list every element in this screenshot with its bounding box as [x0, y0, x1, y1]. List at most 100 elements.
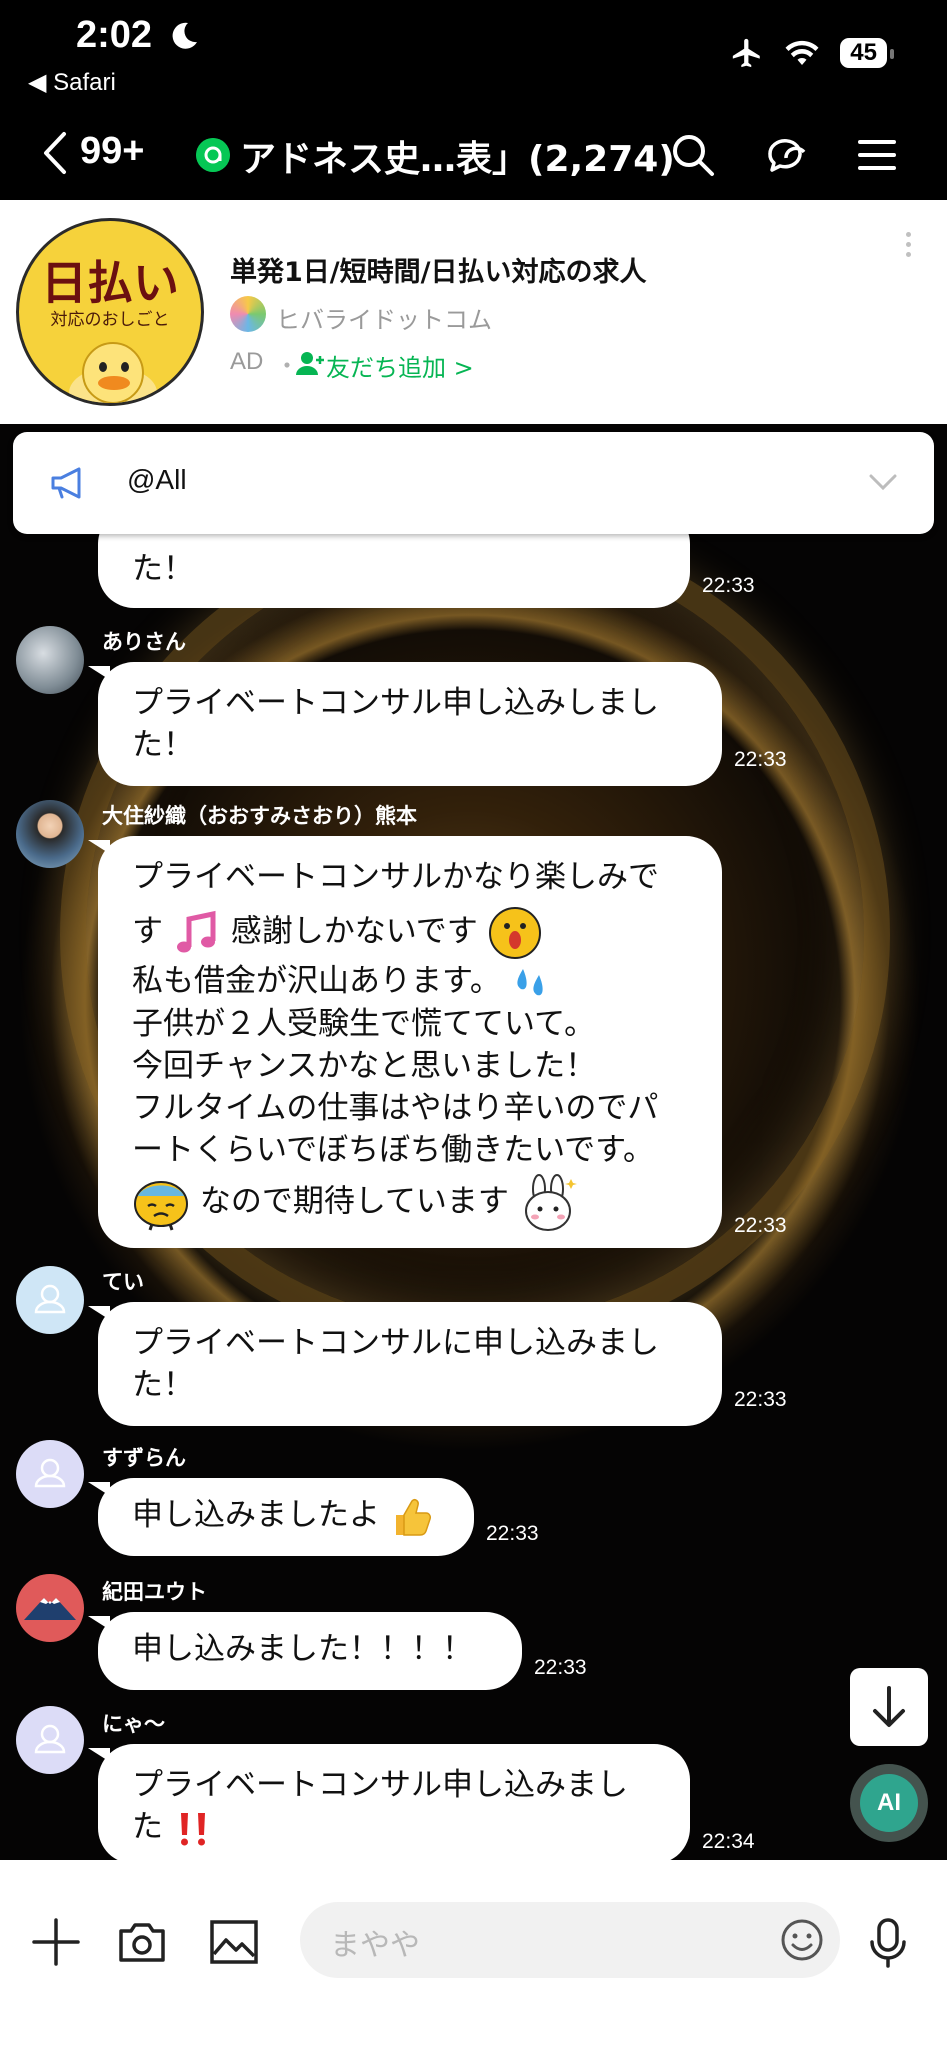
avatar[interactable] — [16, 1706, 84, 1774]
avatar[interactable] — [16, 1574, 84, 1642]
search-icon[interactable] — [668, 130, 718, 180]
sender-name: てい — [102, 1270, 144, 1294]
openchat-badge-icon — [196, 138, 230, 172]
emoji-icon[interactable] — [780, 1918, 824, 1962]
message-text-line: た！ — [132, 727, 194, 763]
message-time: 22:33 — [486, 1522, 539, 1545]
message-time: 22:33 — [734, 1214, 787, 1237]
message-text-line: 申し込みました！！！！ — [132, 1631, 473, 1667]
message-input-bar: まやや — [0, 1860, 947, 2048]
message-text-line: 私も借金が沢山あります。 — [132, 960, 688, 1003]
message-text-line: ートくらいでぼちぼち働きたいです。 — [132, 1131, 655, 1168]
ad-provider-icon — [230, 296, 266, 332]
message-time: 22:33 — [734, 748, 787, 771]
default-avatar-icon — [34, 1458, 66, 1488]
surprised-face-icon — [488, 907, 541, 959]
scroll-to-bottom-button[interactable] — [850, 1668, 928, 1746]
message-text-segment: す — [132, 913, 163, 950]
message-time: 22:33 — [734, 1388, 787, 1411]
ad-tag: AD — [230, 348, 264, 375]
plus-icon[interactable] — [30, 1916, 82, 1968]
wifi-icon — [785, 40, 819, 65]
camera-icon[interactable] — [116, 1916, 168, 1968]
message-text-line: プライベートコンサル申し込みしまし — [132, 685, 659, 721]
unread-count[interactable]: 99+ — [80, 130, 144, 173]
avatar[interactable] — [16, 1440, 84, 1508]
message-text-line: なので期待しています — [132, 1173, 688, 1233]
announcement-bar[interactable]: @All — [13, 432, 934, 534]
ai-button-label: AI — [860, 1774, 918, 1832]
music-note-icon — [176, 910, 216, 953]
add-friend-icon — [296, 352, 324, 375]
duck-icon — [69, 342, 157, 403]
message-text-line: 今回チャンスかなと思いました！ — [132, 1047, 597, 1084]
message-bubble[interactable]: プライベートコンサルに申し込みまし た！ — [88, 1302, 722, 1426]
sender-name: にゃ〜 — [102, 1712, 165, 1736]
message-bubble[interactable]: プライベートコンサル申し込みしまし た！ — [88, 662, 722, 786]
sender-name: 大住紗織（おおすみさおり）熊本 — [102, 804, 417, 828]
status-bar: 2:02 ◀ Safari 45 — [0, 0, 947, 110]
ad-banner[interactable]: 日払い 対応のおしごと 単発1日/短時間/日払い対応の求人 ヒバライドットコム … — [0, 200, 947, 424]
chevron-down-icon[interactable] — [868, 472, 898, 492]
microphone-icon[interactable] — [862, 1916, 914, 1968]
status-time: 2:02 — [76, 14, 153, 56]
message-time: 22:33 — [702, 574, 755, 597]
thread-icon[interactable] — [762, 130, 812, 180]
message-text-line: た！ — [132, 551, 194, 587]
default-avatar-icon — [34, 1724, 66, 1754]
ad-more-icon[interactable] — [906, 232, 911, 257]
message-time: 22:34 — [702, 1830, 755, 1853]
message-bubble[interactable]: プライベートコンサル申し込みまし た — [88, 1744, 690, 1864]
message-text-line: プライベートコンサル申し込みまし — [132, 1767, 628, 1803]
message-text-segment: 感謝しかないです — [230, 913, 478, 950]
ad-logo-main-text: 日払い — [41, 256, 179, 310]
ad-logo[interactable]: 日払い 対応のおしごと — [16, 218, 204, 406]
rabbit-icon — [524, 1173, 577, 1231]
thumbs-up-icon — [395, 1498, 431, 1536]
message-input[interactable]: まやや — [300, 1902, 840, 1978]
ai-assistant-button[interactable]: AI — [850, 1764, 928, 1842]
default-avatar-icon — [34, 1284, 66, 1314]
message-text-line: 申し込みましたよ — [132, 1494, 440, 1539]
sender-name: 紀田ユウト — [102, 1580, 207, 1604]
sweat-drops-icon — [517, 968, 543, 995]
megaphone-icon — [51, 467, 81, 499]
double-exclamation-icon — [180, 1812, 205, 1845]
message-input-placeholder: まやや — [330, 1928, 420, 1963]
worried-face-icon — [134, 1180, 188, 1230]
message-text-line: プライベートコンサルかなり楽しみで — [132, 859, 659, 895]
ad-title[interactable]: 単発1日/短時間/日払い対応の求人 — [230, 250, 647, 289]
message-text-segment: た — [132, 1809, 163, 1845]
chat-header: 99+ アドネス史…表」(2,274) — [0, 110, 947, 200]
menu-icon[interactable] — [852, 130, 902, 180]
back-chevron-icon[interactable] — [36, 128, 76, 178]
message-bubble[interactable]: 申し込みましたよ — [88, 1478, 474, 1556]
message-text-segment: 私も借金が沢山あります。 — [132, 963, 501, 999]
ad-logo-sub-text: 対応のおしごと — [50, 310, 170, 330]
message-text-line: フルタイムの仕事はやはり辛いのでパ — [132, 1089, 659, 1126]
message-text-line: プライベートコンサルに申し込みまし — [132, 1325, 659, 1361]
sender-name: すずらん — [102, 1446, 186, 1470]
message-text-line: す 感謝しかないです — [132, 906, 688, 960]
avatar[interactable] — [16, 626, 84, 694]
message-text-line: た — [132, 1806, 656, 1849]
back-to-safari-link[interactable]: ◀ Safari — [28, 68, 116, 97]
message-text-segment: なので期待しています — [199, 1183, 509, 1219]
image-icon[interactable] — [208, 1916, 260, 1968]
chat-title[interactable]: アドネス史…表」(2,274) — [240, 130, 675, 182]
message-bubble[interactable]: プライベートコンサルかなり楽しみで す 感謝しかないです 私も借金が沢山あります… — [88, 836, 722, 1248]
message-text-line: た！ — [132, 1367, 194, 1403]
add-friend-link[interactable]: 友だち追加 > — [326, 348, 474, 383]
mountain-icon — [24, 1598, 76, 1620]
status-icons: 45 — [730, 36, 894, 70]
avatar[interactable] — [16, 1266, 84, 1334]
arrow-down-icon — [873, 1686, 905, 1727]
battery-indicator: 45 — [840, 38, 894, 68]
message-text-line: 子供が２人受験生で慌てていて。 — [132, 1005, 596, 1042]
message-bubble[interactable]: 申し込みました！！！！ — [88, 1612, 522, 1690]
announcement-text: @All — [127, 464, 187, 495]
avatar[interactable] — [16, 800, 84, 868]
message-text-segment: 申し込みましたよ — [132, 1497, 380, 1533]
ad-provider: ヒバライドットコム — [276, 306, 492, 334]
message-time: 22:33 — [534, 1656, 587, 1679]
